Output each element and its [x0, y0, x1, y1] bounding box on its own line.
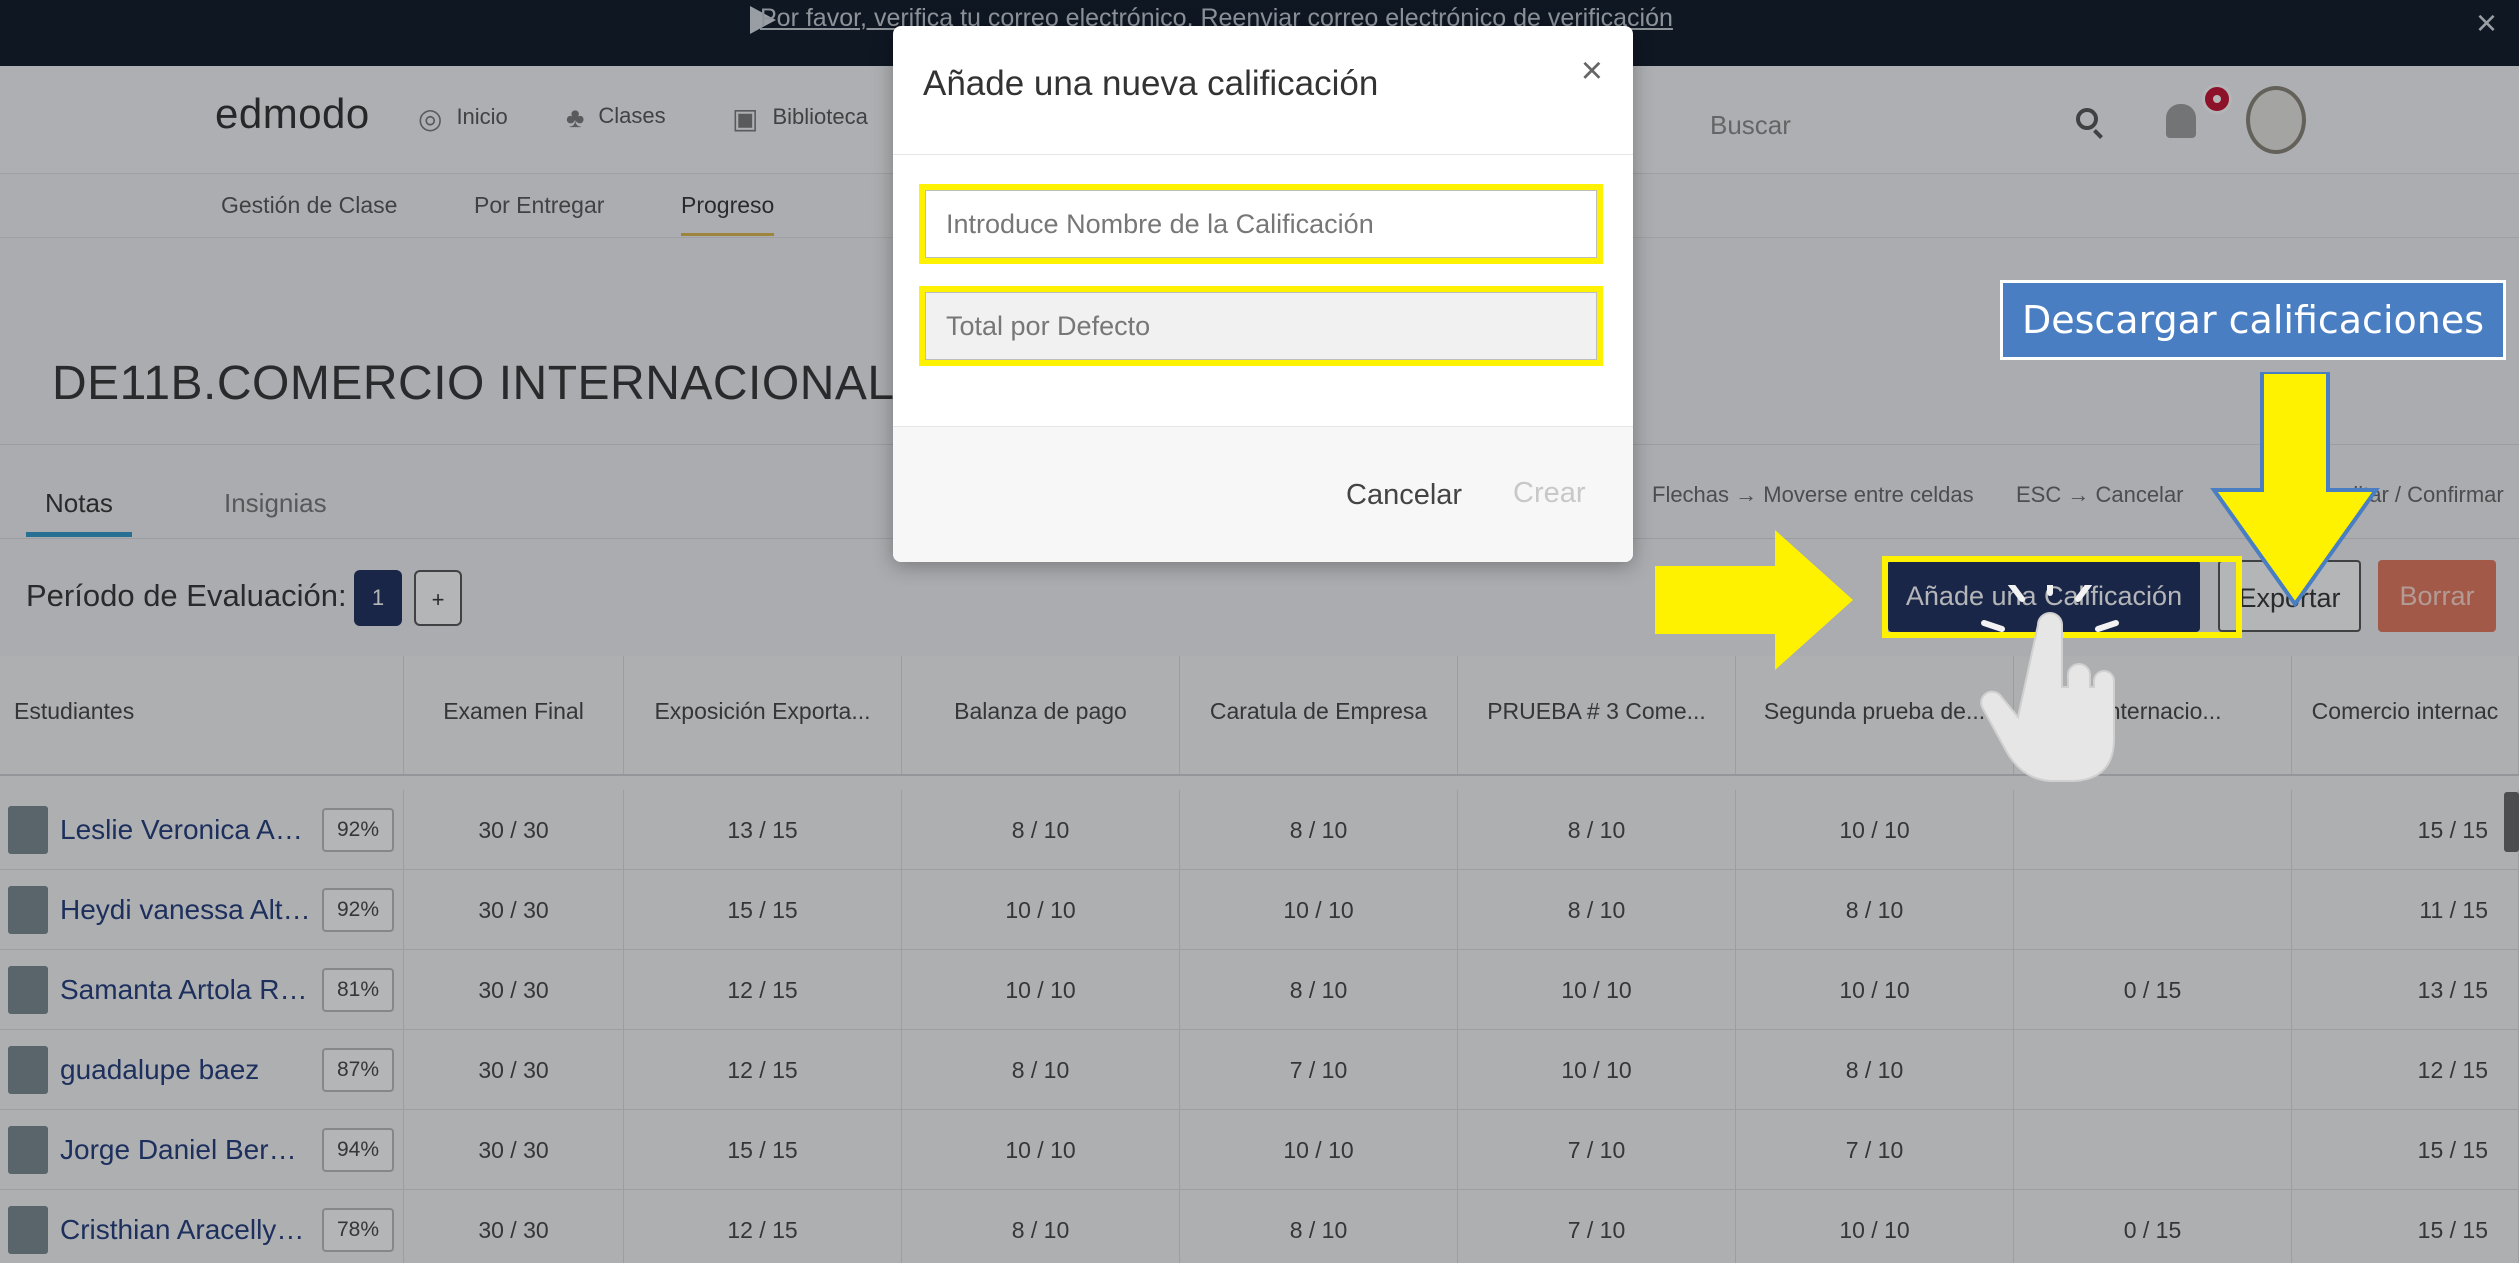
pointer-hand-icon [1980, 585, 2119, 782]
close-icon[interactable]: × [1581, 50, 1603, 93]
create-button[interactable]: Crear [1513, 477, 1586, 510]
new-grade-dialog: Añade una nueva calificación × Cancelar … [893, 26, 1633, 562]
default-total-input[interactable] [925, 292, 1597, 360]
dialog-title: Añade una nueva calificación [923, 64, 1379, 103]
cancel-button[interactable]: Cancelar [1346, 479, 1462, 512]
arrow-right-icon [1655, 530, 1853, 670]
dialog-footer: Cancelar Crear [893, 426, 1633, 562]
download-grades-callout: Descargar calificaciones [2000, 280, 2506, 360]
highlight-box [919, 184, 1603, 264]
highlight-box [919, 286, 1603, 366]
divider [893, 154, 1633, 155]
grade-name-input[interactable] [925, 190, 1597, 258]
